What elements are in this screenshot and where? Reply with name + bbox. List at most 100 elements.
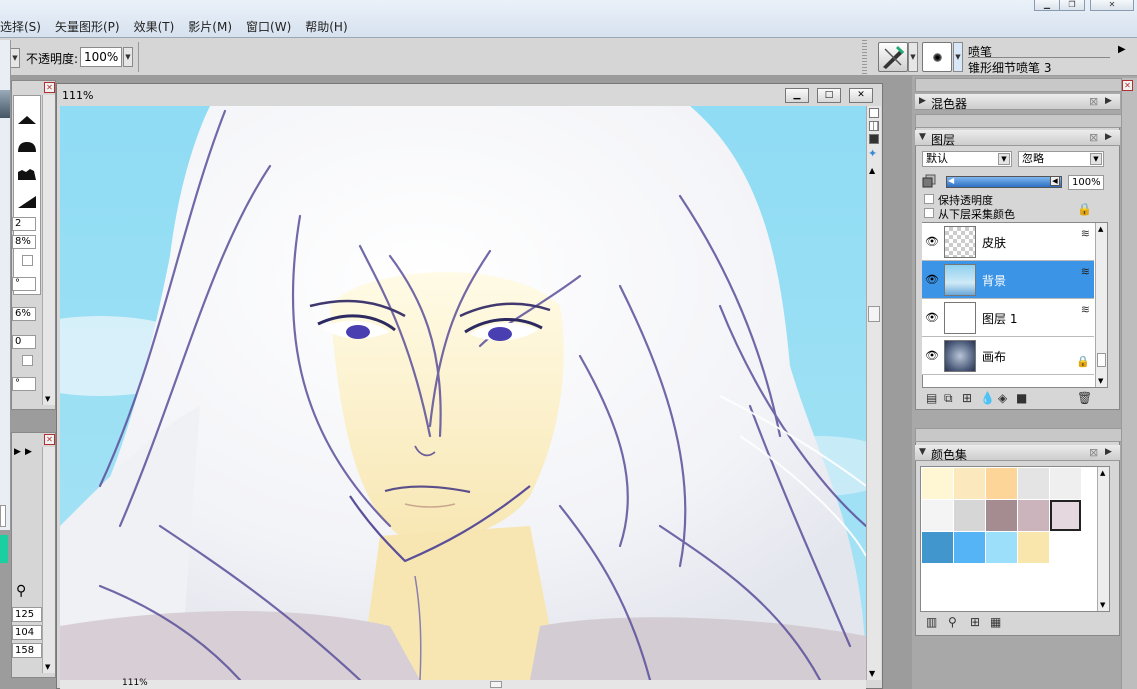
star-icon[interactable]: ✦ — [868, 147, 877, 160]
brush-category-icon[interactable] — [878, 42, 908, 72]
restore-button[interactable]: ❐ — [1059, 0, 1085, 11]
menu-window[interactable]: 窗口(W) — [246, 18, 291, 35]
menu-select[interactable]: 选择(S) — [0, 18, 41, 35]
layout-grid-icon[interactable] — [869, 108, 879, 118]
swatch-scrollbar[interactable]: ▲ ▼ — [1097, 467, 1109, 611]
layer-list-scroll-thumb[interactable] — [1097, 353, 1106, 367]
remove-color-icon[interactable]: ▦ — [990, 615, 1001, 629]
prev-option-spinner[interactable]: ▼ — [10, 48, 20, 68]
visibility-eye-icon[interactable]: 👁 — [925, 311, 939, 325]
brush-category-dropdown[interactable]: ▼ — [908, 42, 918, 72]
color-swatch[interactable] — [922, 532, 953, 563]
panel-menu-icon[interactable]: ⊠ — [1089, 131, 1098, 144]
close-icon[interactable]: ✕ — [44, 82, 55, 93]
composite-method-select[interactable]: 默认 ▼ — [922, 151, 1012, 167]
color-swatch[interactable] — [1018, 468, 1049, 499]
color-swatch[interactable] — [986, 468, 1017, 499]
minimize-button[interactable]: ▁ — [1034, 0, 1060, 11]
pick-up-underlying-checkbox[interactable] — [924, 208, 934, 218]
visibility-eye-icon[interactable]: 👁 — [925, 235, 939, 249]
option-checkbox[interactable] — [22, 255, 33, 266]
layer-list-scrollbar[interactable]: ▲ ▼ — [1095, 223, 1107, 387]
lock-layer-icon[interactable]: 🔒 — [1077, 202, 1092, 216]
canvas-vertical-scrollbar[interactable]: ✦ ▲ ▼ — [866, 106, 881, 680]
add-color-icon[interactable]: ⊞ — [970, 615, 980, 629]
doc-minimize-button[interactable]: ▁ — [785, 88, 809, 103]
slider-left-icon[interactable]: ◀ — [948, 176, 954, 185]
brush-tip-icon[interactable] — [922, 42, 952, 72]
current-color-swatch[interactable] — [0, 535, 8, 563]
grid-toggle-icon[interactable] — [869, 121, 879, 131]
collapse-triangle-icon[interactable]: ▼ — [919, 447, 926, 457]
opacity-input[interactable]: 100% — [80, 47, 122, 67]
layer-opacity-value[interactable]: 100% — [1068, 175, 1104, 190]
menu-help[interactable]: 帮助(H) — [305, 18, 347, 35]
size-field[interactable]: 2 — [12, 217, 36, 231]
close-icon[interactable]: ✕ — [1122, 80, 1133, 91]
doc-close-button[interactable]: ✕ — [849, 88, 873, 103]
menu-movie[interactable]: 影片(M) — [188, 18, 232, 35]
visibility-eye-icon[interactable]: 👁 — [925, 349, 939, 363]
collapse-triangle-icon[interactable]: ▼ — [919, 132, 926, 142]
layer-row[interactable]: 👁 背景 ≋ — [922, 261, 1094, 299]
panel-menu-icon[interactable]: ⊠ — [1089, 95, 1098, 108]
brush-panel-scrollbar[interactable]: ▼ — [42, 95, 55, 405]
dock-scrollbar[interactable] — [1121, 78, 1137, 689]
layer-row[interactable]: 👁 图层 1 ≋ — [922, 299, 1094, 337]
color-swatch[interactable] — [986, 500, 1017, 531]
slider-handle[interactable]: ◀ — [1050, 176, 1060, 186]
visibility-eye-icon[interactable]: 👁 — [925, 273, 939, 287]
panel-options-icon[interactable]: ▶ — [1105, 96, 1112, 106]
horizontal-scroll-thumb[interactable] — [490, 681, 502, 688]
color-swatch[interactable] — [954, 532, 985, 563]
dropper-icon[interactable]: ⚲ — [16, 583, 26, 599]
grain-field[interactable]: 6% — [12, 307, 36, 321]
panel-options-icon[interactable]: ▶ — [1105, 132, 1112, 142]
mode-toggle-icon[interactable] — [869, 134, 879, 144]
color-swatch[interactable] — [1018, 532, 1049, 563]
toolbox-edge-button[interactable] — [0, 505, 6, 527]
color-panel-menu-icon[interactable]: ▶ — [25, 447, 32, 457]
angle-field[interactable]: ° — [12, 277, 36, 291]
menu-vector[interactable]: 矢量图形(P) — [55, 18, 120, 35]
mixer-panel-header[interactable]: ▶ 混色器 ⊠ ▶ — [915, 94, 1120, 111]
color-swatch[interactable] — [1050, 500, 1081, 531]
color-swatch[interactable] — [922, 468, 953, 499]
new-layer-icon[interactable]: ⊞ — [962, 391, 972, 405]
layer-row[interactable]: 👁 皮肤 ≋ — [922, 223, 1094, 261]
blue-value-field[interactable]: 158 — [12, 643, 42, 658]
option-checkbox-2[interactable] — [22, 355, 33, 366]
scroll-up-icon[interactable]: ▲ — [869, 166, 875, 175]
preserve-transparency-checkbox[interactable] — [924, 194, 934, 204]
jitter-field[interactable]: 0 — [12, 335, 36, 349]
color-set-panel-header[interactable]: ▼ 颜色集 ⊠ ▶ — [915, 445, 1120, 462]
menu-effects[interactable]: 效果(T) — [134, 18, 175, 35]
scroll-down-icon[interactable]: ▼ — [1098, 377, 1103, 385]
close-icon[interactable]: ✕ — [44, 434, 55, 445]
expand-triangle-icon[interactable]: ▶ — [919, 96, 926, 106]
brush-variant-dropdown[interactable]: ▼ — [953, 42, 963, 72]
scroll-down-icon[interactable]: ▼ — [869, 669, 875, 678]
toolbar-grip[interactable] — [862, 40, 867, 74]
layer-opacity-slider[interactable]: ◀ ◀ — [946, 176, 1062, 188]
close-window-button[interactable]: ✕ — [1090, 0, 1134, 11]
red-value-field[interactable]: 125 — [12, 607, 42, 622]
color-set-library-icon[interactable]: ▥ — [926, 615, 937, 629]
green-value-field[interactable]: 104 — [12, 625, 42, 640]
panel-options-icon[interactable]: ▶ — [1105, 447, 1112, 457]
scroll-up-icon[interactable]: ▲ — [1100, 469, 1105, 477]
new-watercolor-layer-icon[interactable]: 💧 — [980, 391, 995, 405]
color-panel-scrollbar[interactable]: ▼ — [42, 447, 55, 673]
artwork-canvas[interactable] — [60, 106, 866, 680]
scroll-down-icon[interactable]: ▼ — [1100, 601, 1105, 609]
rotation-field[interactable]: ° — [12, 377, 36, 391]
color-swatch[interactable] — [1050, 468, 1081, 499]
color-swatch[interactable] — [986, 532, 1017, 563]
brush-selector-expand-icon[interactable]: ▶ — [1118, 44, 1126, 55]
layer-row[interactable]: 👁 画布 🔒 — [922, 337, 1094, 375]
doc-maximize-button[interactable]: □ — [817, 88, 841, 103]
dynamic-plugin-icon[interactable]: ■ — [1016, 391, 1027, 405]
color-swatch[interactable] — [1018, 500, 1049, 531]
color-panel-collapse-icon[interactable]: ▶ — [14, 447, 21, 457]
color-swatch[interactable] — [954, 468, 985, 499]
